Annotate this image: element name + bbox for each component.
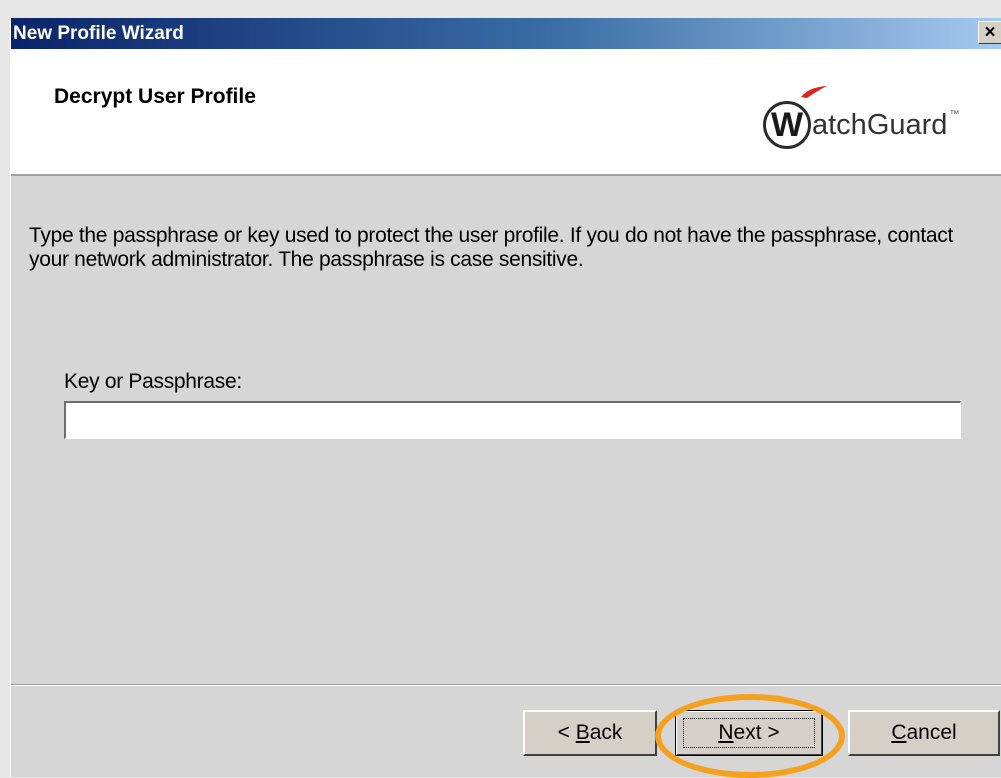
close-icon: × [984,22,996,43]
window-title: New Profile Wizard [13,23,184,44]
logo-trademark: ™ [949,108,960,120]
logo-w-circle: W [763,101,811,149]
back-button[interactable]: < Back [523,710,657,756]
footer-divider [11,684,1001,686]
passphrase-input[interactable] [64,401,961,439]
back-button-label: < Back [557,721,623,744]
watchguard-logo: W atchGuard ™ [763,97,959,153]
logo-wordmark: atchGuard ™ [812,109,959,142]
cancel-button-label: Cancel [891,721,957,744]
passphrase-label: Key or Passphrase: [64,370,242,393]
logo-swoosh-icon [801,86,827,98]
wizard-header: Decrypt User Profile W atchGuard ™ [11,49,1001,176]
cancel-button[interactable]: Cancel [848,710,1000,756]
close-button[interactable]: × [978,21,1001,44]
title-bar[interactable]: New Profile Wizard × [11,18,1001,49]
next-button[interactable]: Next > [675,710,823,756]
logo-text: atchGuard [812,108,948,141]
focus-indicator [683,718,815,748]
wizard-dialog: New Profile Wizard × Decrypt User Profil… [10,18,1001,777]
logo-initial: W [770,105,804,144]
instruction-text: Type the passphrase or key used to prote… [29,224,954,271]
page-title: Decrypt User Profile [54,85,256,108]
